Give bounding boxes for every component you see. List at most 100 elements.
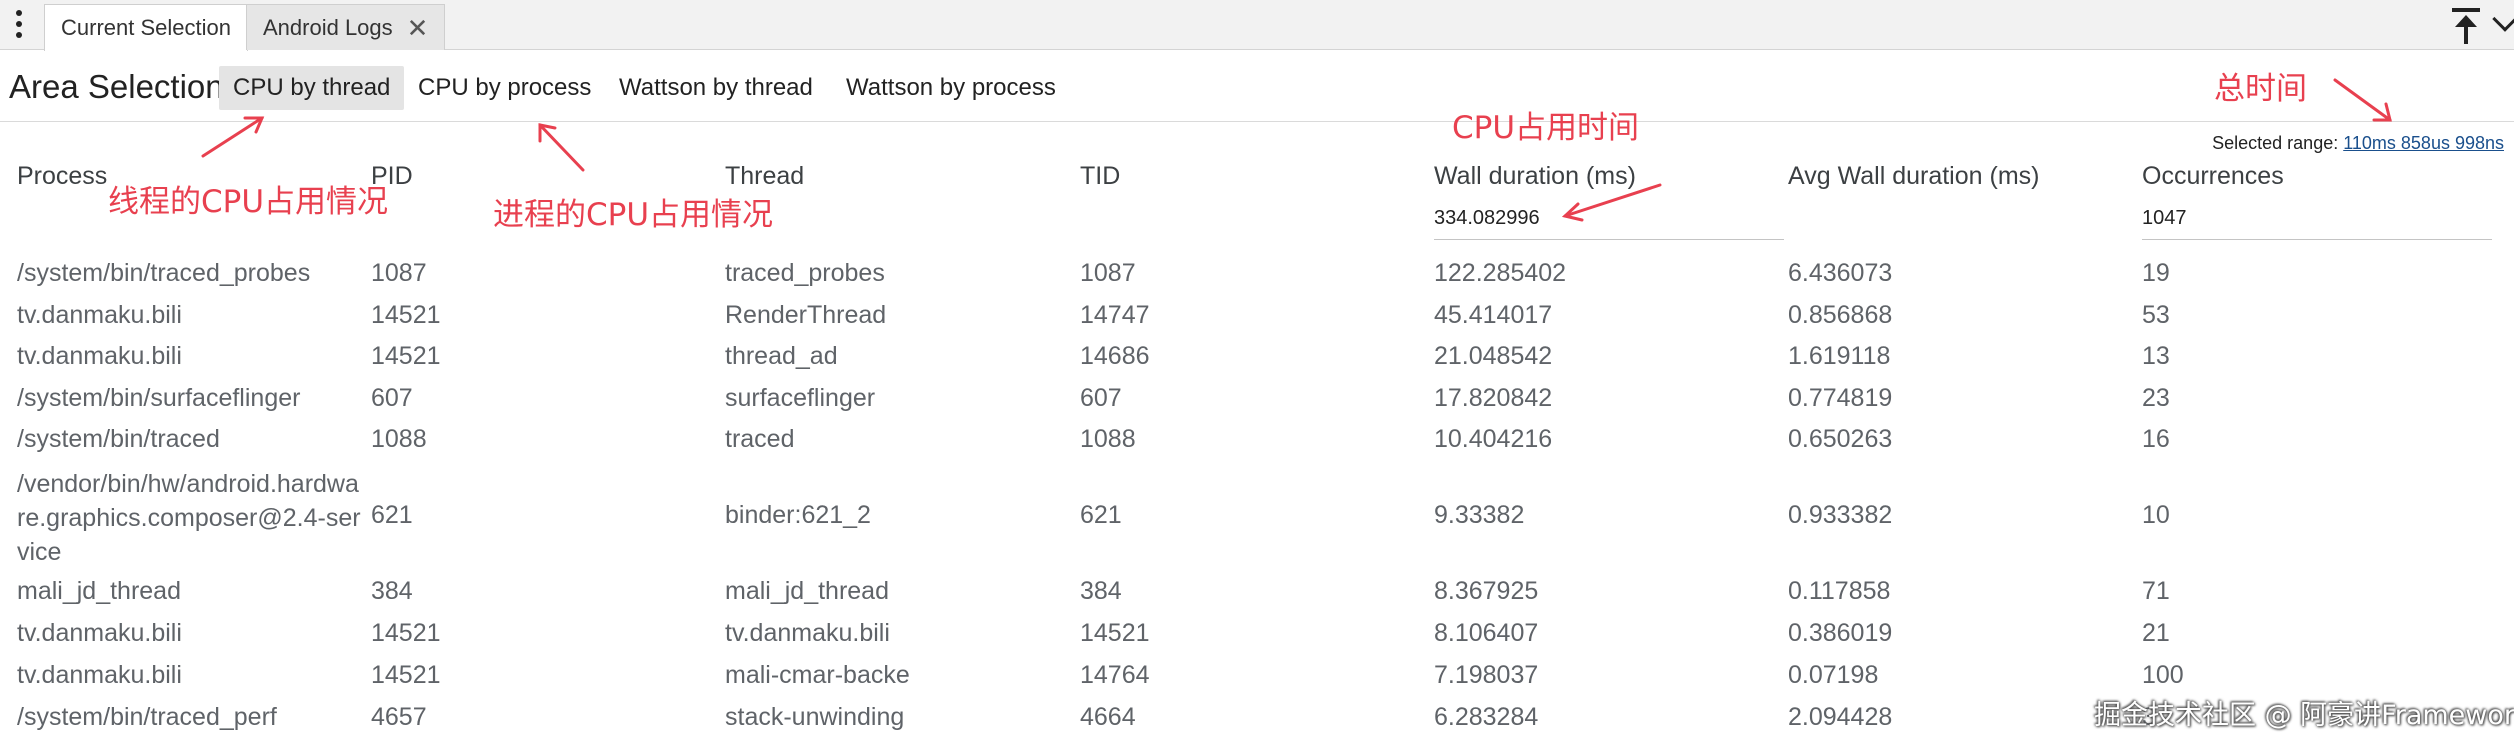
tab-current-selection[interactable]: Current Selection	[44, 4, 248, 51]
cell-tid: 607	[1080, 384, 1122, 412]
cell-process: mali_jd_thread	[17, 577, 181, 605]
cell-occurrences: 19	[2142, 259, 2170, 287]
cell-wall-duration: 45.414017	[1434, 301, 1553, 329]
tab-current-selection-label: Current Selection	[61, 15, 231, 40]
cell-process: /system/bin/traced_perf	[17, 703, 277, 731]
cell-tid: 1087	[1080, 259, 1136, 287]
cell-thread: mali-cmar-backe	[725, 661, 910, 689]
column-header-tid[interactable]: TID	[1080, 162, 1120, 191]
arrow-process	[538, 123, 585, 172]
annotation-total-time: 总时间	[2214, 71, 2307, 107]
more-menu-icon[interactable]	[8, 6, 30, 42]
cell-wall-duration: 17.820842	[1434, 384, 1553, 412]
selected-range-link[interactable]: 110ms 858us 998ns	[2343, 133, 2504, 153]
cell-pid: 14521	[371, 619, 441, 647]
cell-wall-duration: 8.367925	[1434, 577, 1539, 605]
cell-pid: 1087	[371, 259, 427, 287]
close-icon[interactable]: ✕	[407, 5, 429, 51]
cell-pid: 607	[371, 384, 413, 412]
cell-tid: 1088	[1080, 425, 1136, 453]
cell-occurrences: 21	[2142, 619, 2170, 647]
cell-pid: 1088	[371, 425, 427, 453]
cell-pid: 4657	[371, 703, 427, 731]
cell-avg-wall-duration: 0.856868	[1788, 301, 1893, 329]
chevron-down-icon[interactable]	[2492, 6, 2514, 32]
cell-tid: 621	[1080, 501, 1122, 529]
cell-avg-wall-duration: 0.07198	[1788, 661, 1879, 689]
tab-android-logs[interactable]: Android Logs ✕	[246, 4, 446, 51]
cell-occurrences: 23	[2142, 384, 2170, 412]
column-header-wall-duration[interactable]: Wall duration (ms)	[1434, 162, 1636, 191]
cell-tid: 14747	[1080, 301, 1150, 329]
cell-pid: 621	[371, 501, 413, 529]
cell-tid: 14764	[1080, 661, 1150, 689]
cell-wall-duration: 10.404216	[1434, 425, 1553, 453]
pin-to-top-icon[interactable]	[2448, 4, 2484, 46]
cell-wall-duration: 122.285402	[1434, 259, 1567, 287]
arrow-cpu-time-head	[1561, 202, 1584, 222]
column-header-process[interactable]: Process	[17, 162, 107, 191]
cell-process: tv.danmaku.bili	[17, 619, 182, 647]
annotation-cpu-time: CPU占用时间	[1452, 110, 1640, 146]
cell-thread: traced_probes	[725, 259, 885, 287]
cell-avg-wall-duration: 0.650263	[1788, 425, 1893, 453]
cell-pid: 384	[371, 577, 413, 605]
cell-occurrences: 100	[2142, 661, 2184, 689]
total-occurrences: 1047	[2142, 207, 2187, 229]
tab-wattson-by-thread[interactable]: Wattson by thread	[605, 66, 827, 110]
cell-avg-wall-duration: 1.619118	[1788, 342, 1891, 370]
annotation-thread-cpu: 线程的CPU占用情况	[108, 184, 389, 220]
column-header-avg-wall-duration[interactable]: Avg Wall duration (ms)	[1788, 162, 2039, 191]
cell-tid: 14686	[1080, 342, 1150, 370]
cell-occurrences: 10	[2142, 501, 2170, 529]
cell-avg-wall-duration: 0.774819	[1788, 384, 1893, 412]
area-selection-title: Area Selection	[9, 68, 224, 105]
cell-occurrences: 53	[2142, 301, 2170, 329]
cell-avg-wall-duration: 0.386019	[1788, 619, 1893, 647]
arrow-process-head	[538, 123, 557, 143]
cell-avg-wall-duration: 0.933382	[1788, 501, 1893, 529]
total-wall-duration: 334.082996	[1434, 207, 1540, 229]
cell-thread: RenderThread	[725, 301, 887, 329]
cell-wall-duration: 21.048542	[1434, 342, 1553, 370]
cell-process: /system/bin/traced	[17, 425, 220, 453]
cell-occurrences: 16	[2142, 425, 2170, 453]
cell-process: /system/bin/surfaceflinger	[17, 384, 301, 412]
tab-cpu-by-process[interactable]: CPU by process	[404, 66, 605, 110]
arrow-thread	[201, 116, 264, 158]
cell-wall-duration: 6.283284	[1434, 703, 1539, 731]
cell-tid: 384	[1080, 577, 1122, 605]
cell-thread: traced	[725, 425, 795, 453]
total-occurrences-rule	[2142, 239, 2492, 240]
tab-android-logs-label: Android Logs	[263, 15, 393, 40]
cell-thread: stack-unwinding	[725, 703, 905, 731]
cell-wall-duration: 8.106407	[1434, 619, 1539, 647]
selected-range-label: Selected range:	[2212, 133, 2344, 153]
cell-process: tv.danmaku.bili	[17, 342, 182, 370]
column-header-thread[interactable]: Thread	[725, 162, 804, 191]
tab-bar: Current Selection Android Logs ✕	[0, 0, 2514, 51]
cell-avg-wall-duration: 6.436073	[1788, 259, 1893, 287]
total-wall-duration-rule	[1434, 239, 1784, 240]
cell-thread: tv.danmaku.bili	[725, 619, 890, 647]
cell-tid: 4664	[1080, 703, 1136, 731]
cell-thread: thread_ad	[725, 342, 838, 370]
tab-wattson-by-process[interactable]: Wattson by process	[832, 66, 1070, 110]
cell-wall-duration: 9.33382	[1434, 501, 1525, 529]
cell-thread: mali_jd_thread	[725, 577, 889, 605]
cell-avg-wall-duration: 2.094428	[1788, 703, 1893, 731]
cell-wall-duration: 7.198037	[1434, 661, 1539, 689]
cell-process: /vendor/bin/hw/android.hardware.graphics…	[17, 470, 361, 566]
cell-process: tv.danmaku.bili	[17, 661, 182, 689]
cell-pid: 14521	[371, 661, 441, 689]
cell-tid: 14521	[1080, 619, 1150, 647]
cell-process: tv.danmaku.bili	[17, 301, 182, 329]
annotation-process-cpu: 进程的CPU占用情况	[493, 197, 774, 233]
cell-avg-wall-duration: 0.117858	[1788, 577, 1891, 605]
cell-occurrences: 13	[2142, 342, 2170, 370]
cell-thread: binder:621_2	[725, 501, 871, 529]
tab-cpu-by-thread[interactable]: CPU by thread	[219, 66, 405, 110]
column-header-occurrences[interactable]: Occurrences	[2142, 162, 2284, 191]
arrow-total-time	[2333, 78, 2392, 122]
selected-range: Selected range: 110ms 858us 998ns	[2212, 133, 2504, 154]
